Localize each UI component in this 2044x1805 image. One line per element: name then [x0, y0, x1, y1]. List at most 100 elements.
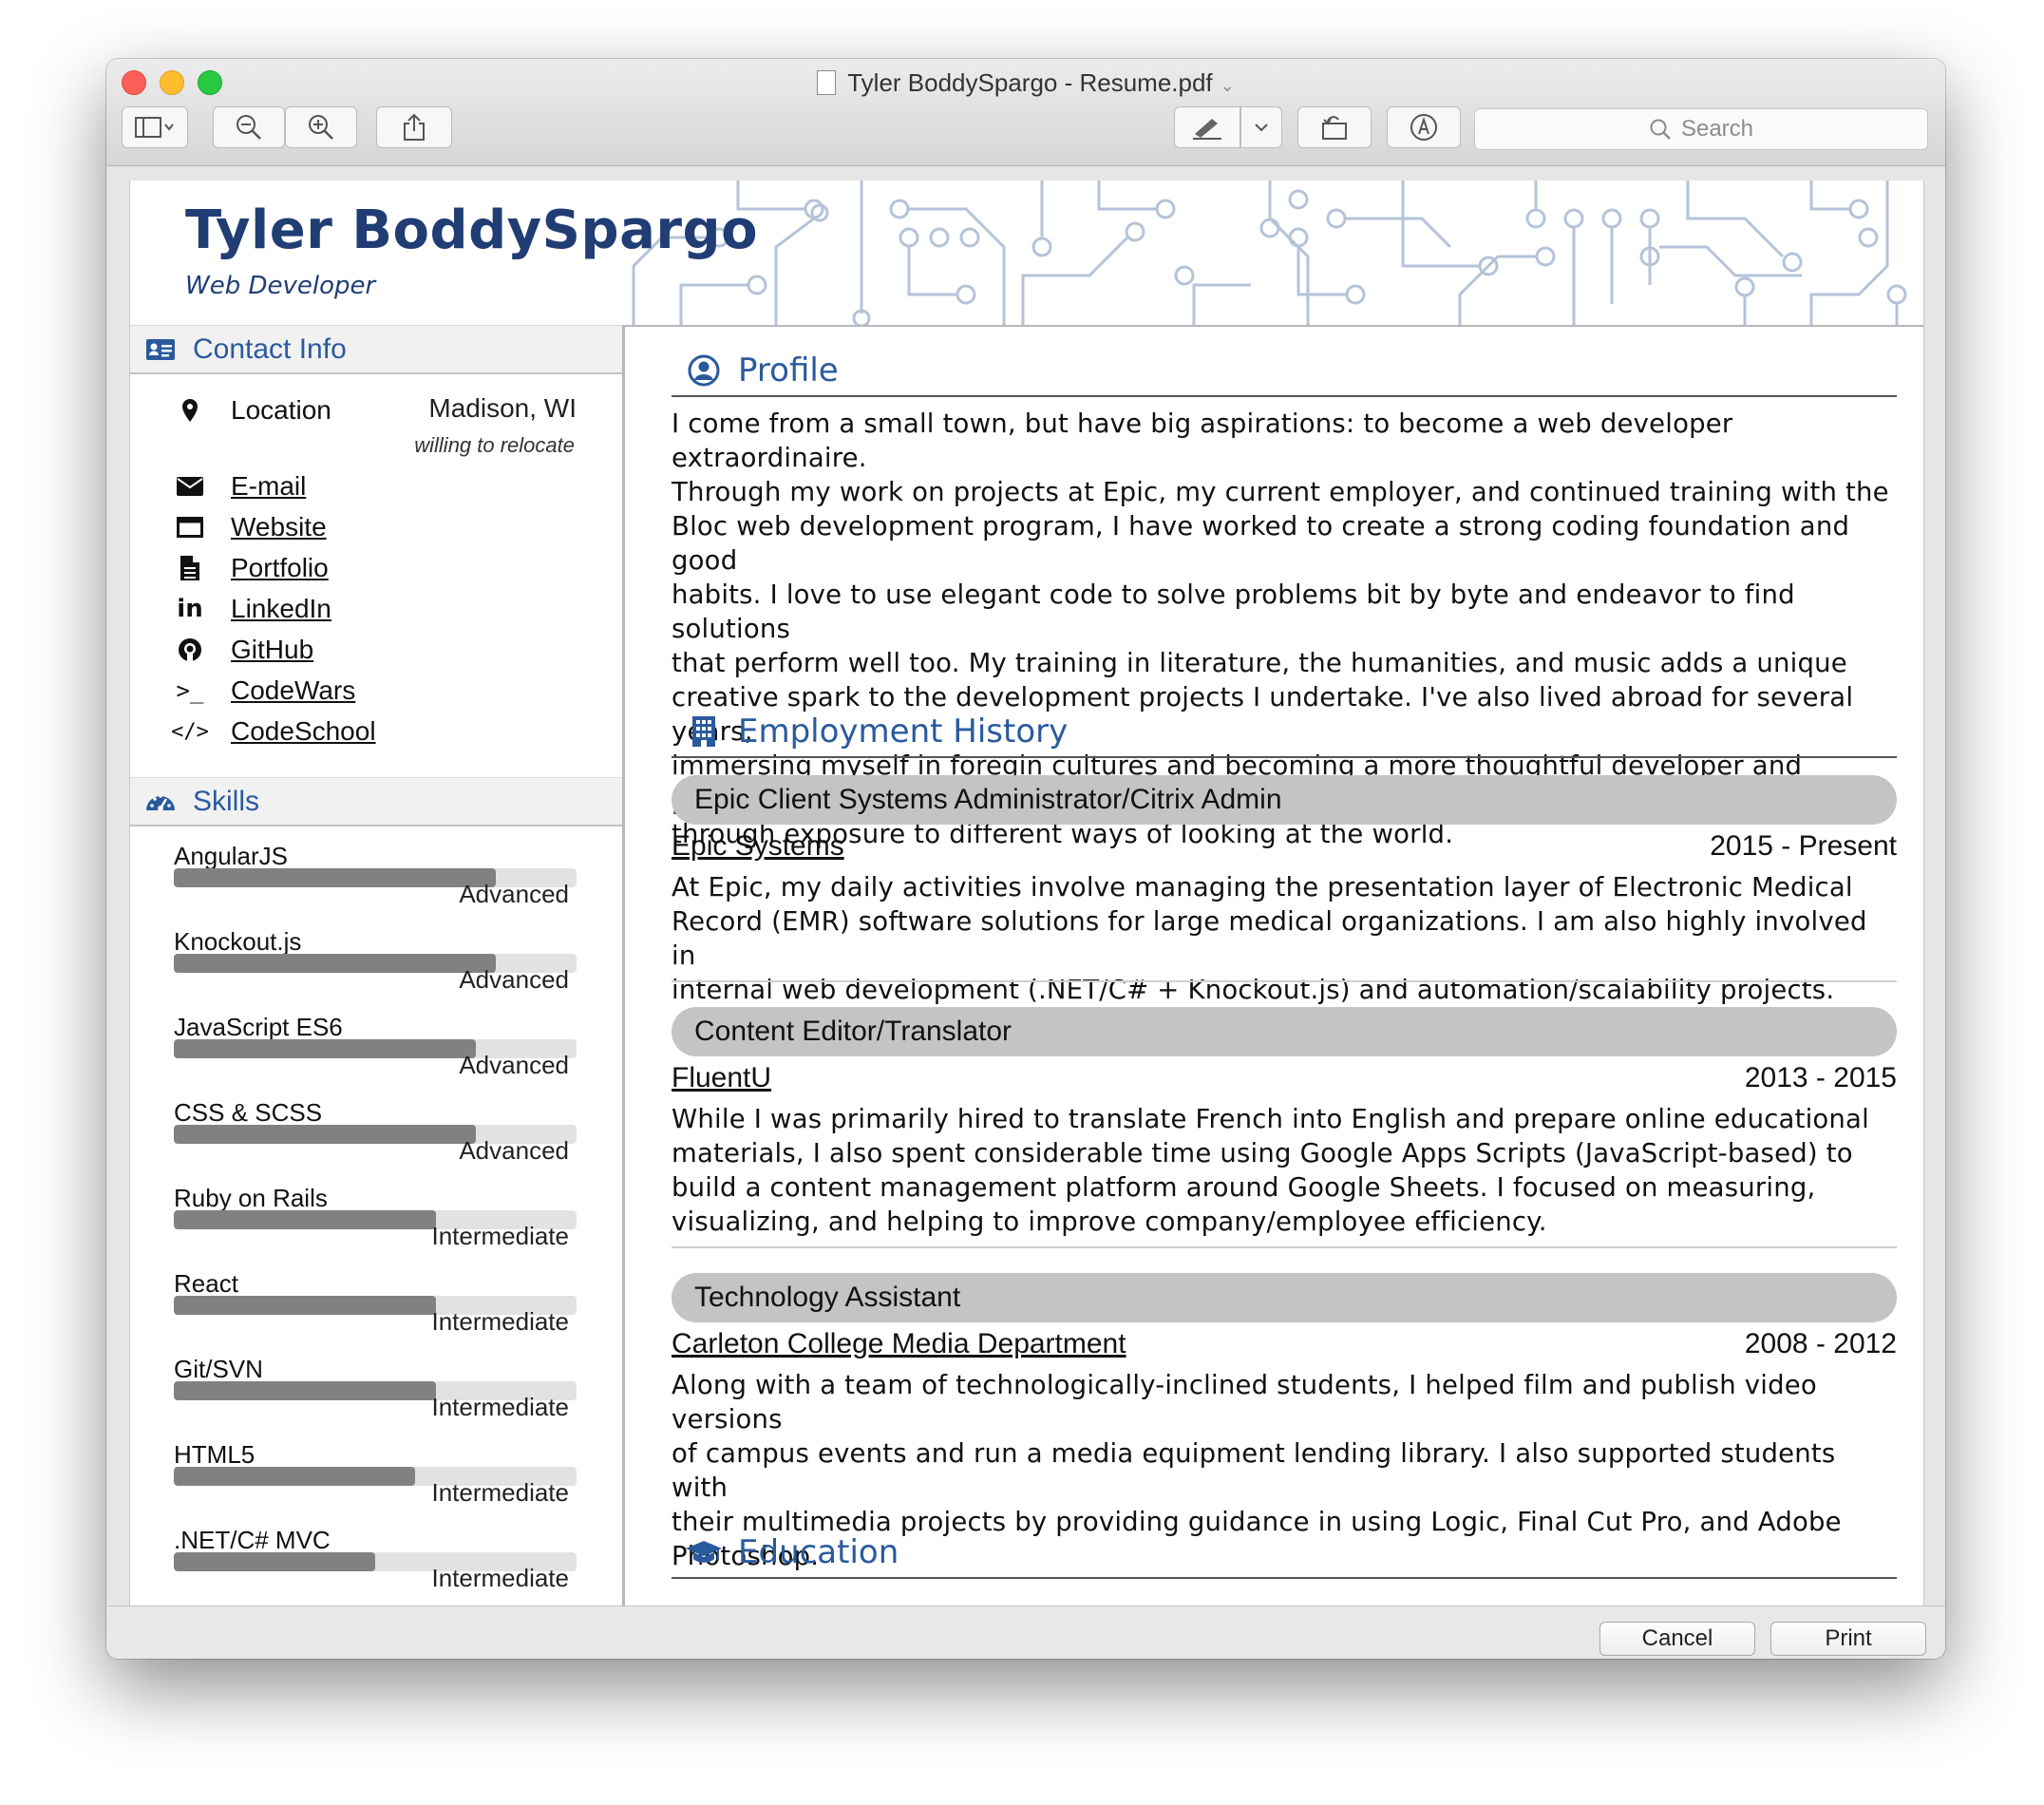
profile-title: Profile — [738, 352, 839, 390]
graduation-cap-icon — [685, 1539, 723, 1566]
skill-level: Intermediate — [431, 1307, 569, 1336]
website-link[interactable]: Website — [231, 512, 327, 542]
skill-item: AngularJS Advanced — [174, 842, 578, 927]
circuit-pattern-graphic — [632, 180, 1907, 325]
skills-heading: Skills — [130, 777, 622, 826]
search-icon — [1650, 119, 1671, 140]
skill-name: Ruby on Rails — [174, 1184, 328, 1212]
contact-codeschool-link[interactable]: </> CodeSchool — [171, 712, 577, 750]
skill-progress-fill — [174, 1210, 436, 1229]
job-line: Along with a team of technologically-inc… — [672, 1370, 1817, 1434]
markup-circle-icon — [1410, 114, 1437, 141]
skill-level: Advanced — [459, 1136, 569, 1165]
skill-level: Intermediate — [431, 1222, 569, 1250]
share-icon — [404, 113, 425, 141]
linkedin-link[interactable]: LinkedIn — [231, 594, 331, 624]
codeschool-link[interactable]: CodeSchool — [231, 716, 376, 747]
education-heading: Education — [672, 1528, 1897, 1579]
zoom-in-button[interactable] — [285, 106, 357, 148]
zoom-out-icon — [237, 115, 261, 140]
map-pin-icon — [176, 398, 204, 423]
skill-name: AngularJS — [174, 842, 288, 870]
job-years: 2013 - 2015 — [1744, 1062, 1897, 1093]
skill-name: Git/SVN — [174, 1355, 263, 1383]
skill-level: Advanced — [459, 965, 569, 994]
job-line: materials, I also spent considerable tim… — [672, 1138, 1853, 1168]
rotate-button[interactable] — [1297, 106, 1372, 148]
job-line: While I was primarily hired to translate… — [672, 1104, 1869, 1134]
contact-email-link[interactable]: E-mail — [176, 467, 577, 505]
contact-website-link[interactable]: Website — [176, 508, 577, 546]
pen-icon — [1193, 119, 1221, 140]
job-line: of campus events and run a media equipme… — [672, 1438, 1836, 1503]
sidebar-toggle-button[interactable] — [122, 106, 188, 148]
skill-name: HTML5 — [174, 1440, 256, 1469]
terminal-icon: >_ — [176, 677, 204, 704]
profile-heading: Profile — [672, 346, 1897, 397]
contact-info-title: Contact Info — [193, 332, 347, 365]
browser-window-icon — [176, 517, 204, 538]
window-title[interactable]: Tyler BoddySpargo - Resume.pdf ⌄ — [106, 68, 1945, 98]
skill-level: Advanced — [459, 880, 569, 908]
skill-level: Intermediate — [431, 1393, 569, 1421]
skill-level: Intermediate — [431, 1478, 569, 1507]
location-label: Location — [231, 395, 331, 425]
profile-line: Bloc web development program, I have wor… — [672, 511, 1850, 576]
document-icon — [176, 555, 204, 581]
skill-item: Knockout.js Advanced — [174, 927, 578, 1013]
skill-item: .NET/C# MVC Intermediate — [174, 1526, 578, 1606]
resume-name: Tyler BoddySpargo — [185, 200, 759, 261]
markup-button[interactable] — [1174, 106, 1240, 148]
location-value: Madison, WI — [428, 393, 577, 423]
dashboard-gauge-icon — [143, 789, 178, 814]
linkedin-icon: in — [177, 595, 203, 623]
skill-progress-fill — [174, 1125, 476, 1144]
skill-item: JavaScript ES6 Advanced — [174, 1013, 578, 1098]
profile-line: I come from a small town, but have big a… — [672, 408, 1733, 473]
contact-linkedin-link[interactable]: in LinkedIn — [176, 590, 577, 628]
skill-item: HTML5 Intermediate — [174, 1440, 578, 1526]
skill-progress-fill — [174, 1296, 436, 1315]
job-line: build a content management platform arou… — [672, 1172, 1816, 1203]
print-button[interactable]: Print — [1770, 1622, 1926, 1656]
employer-link[interactable]: FluentU — [672, 1062, 771, 1094]
skill-progress-fill — [174, 954, 497, 973]
skill-level: Intermediate — [431, 1564, 569, 1592]
job-description: At Epic, my daily activities involve man… — [672, 870, 1897, 1007]
employer-link[interactable]: Carleton College Media Department — [672, 1328, 1126, 1360]
github-link[interactable]: GitHub — [231, 635, 313, 665]
markup-menu-button[interactable] — [1240, 106, 1282, 148]
skills-title: Skills — [193, 785, 260, 817]
skill-name: React — [174, 1269, 238, 1298]
codewars-link[interactable]: CodeWars — [231, 675, 355, 706]
job-title-bar: Technology Assistant — [672, 1273, 1897, 1322]
print-dialog-bar: Cancel Print — [106, 1606, 1945, 1659]
portfolio-link[interactable]: Portfolio — [231, 553, 329, 583]
annotate-button[interactable] — [1387, 106, 1461, 148]
user-circle-icon — [685, 354, 723, 387]
pdf-document-icon — [817, 70, 837, 95]
email-link[interactable]: E-mail — [231, 471, 306, 502]
employer-link[interactable]: Epic Systems — [672, 830, 844, 863]
zoom-out-button[interactable] — [213, 106, 285, 148]
contact-portfolio-link[interactable]: Portfolio — [176, 549, 577, 587]
education-title: Education — [738, 1533, 899, 1571]
share-button[interactable] — [376, 106, 452, 148]
skill-name: .NET/C# MVC — [174, 1526, 331, 1554]
job-line: At Epic, my daily activities involve man… — [672, 872, 1853, 902]
preview-window: Tyler BoddySpargo - Resume.pdf⌄ Search — [106, 59, 1945, 1659]
resume-job-title: Web Developer — [185, 272, 376, 300]
skill-progress-fill — [174, 1467, 416, 1486]
skill-progress-fill — [174, 1552, 375, 1571]
profile-line: Through my work on projects at Epic, my … — [672, 477, 1889, 507]
contact-github-link[interactable]: GitHub — [176, 631, 577, 669]
rotate-icon — [1322, 116, 1347, 140]
relocate-note: willing to relocate — [414, 433, 575, 457]
contact-codewars-link[interactable]: >_ CodeWars — [176, 672, 577, 710]
profile-line: habits. I love to use elegant code to so… — [672, 580, 1795, 644]
zoom-in-icon — [309, 115, 333, 140]
skill-level: Advanced — [459, 1051, 569, 1079]
cancel-button[interactable]: Cancel — [1599, 1622, 1755, 1656]
search-field[interactable]: Search — [1474, 108, 1928, 150]
skill-item: Ruby on Rails Intermediate — [174, 1184, 578, 1269]
